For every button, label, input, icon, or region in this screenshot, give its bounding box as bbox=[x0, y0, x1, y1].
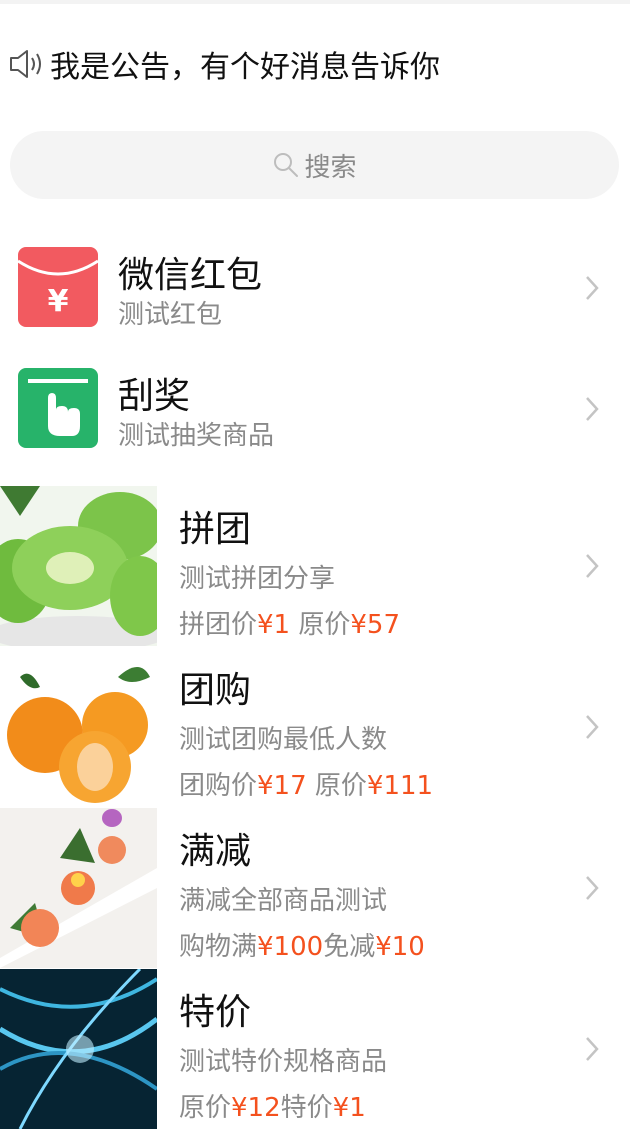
chevron-right-icon bbox=[586, 876, 599, 900]
list-item-scratch[interactable]: 刮奖 测试抽奖商品 bbox=[0, 347, 630, 467]
search-placeholder: 搜索 bbox=[304, 152, 357, 183]
chevron-right-icon bbox=[586, 554, 599, 578]
notice-bar[interactable]: 我是公告，有个好消息告诉你 bbox=[8, 44, 440, 85]
product-title: 团购 bbox=[179, 670, 252, 711]
search-icon bbox=[272, 150, 302, 180]
chevron-right-icon bbox=[586, 715, 599, 739]
chevron-right-icon bbox=[586, 397, 599, 421]
item-title: 微信红包 bbox=[118, 255, 263, 296]
speaker-icon bbox=[8, 44, 50, 84]
product-price: 团购价¥17 原价¥111 bbox=[179, 771, 434, 801]
product-subtitle: 满减全部商品测试 bbox=[179, 886, 388, 916]
tangerines-image bbox=[0, 647, 157, 807]
svg-text:¥: ¥ bbox=[48, 284, 69, 319]
product-title: 特价 bbox=[179, 992, 252, 1033]
salmon-rolls-image bbox=[0, 808, 157, 968]
product-price: 原价¥12特价¥1 bbox=[179, 1093, 366, 1123]
item-title: 刮奖 bbox=[118, 376, 191, 417]
scratch-card-icon bbox=[18, 368, 98, 448]
product-price: 购物满¥100免减¥10 bbox=[179, 932, 425, 962]
product-title: 拼团 bbox=[179, 509, 252, 550]
chevron-right-icon bbox=[586, 1037, 599, 1061]
product-title: 满减 bbox=[179, 831, 252, 872]
product-row-group-buy[interactable]: 拼团 测试拼团分享 拼团价¥1 原价¥57 bbox=[0, 486, 630, 646]
chevron-right-icon bbox=[586, 276, 599, 300]
notice-text: 我是公告，有个好消息告诉你 bbox=[50, 50, 440, 85]
search-bar[interactable]: 搜索 bbox=[10, 131, 619, 199]
product-subtitle: 测试拼团分享 bbox=[179, 564, 336, 594]
dna-helix-image bbox=[0, 969, 157, 1129]
kiwi-slices-image bbox=[0, 486, 157, 646]
product-row-team-purchase[interactable]: 团购 测试团购最低人数 团购价¥17 原价¥111 bbox=[0, 647, 630, 807]
product-row-full-reduction[interactable]: 满减 满减全部商品测试 购物满¥100免减¥10 bbox=[0, 808, 630, 968]
product-subtitle: 测试团购最低人数 bbox=[179, 725, 388, 755]
status-strip bbox=[0, 0, 630, 4]
red-envelope-icon: ¥ bbox=[17, 247, 99, 327]
item-subtitle: 测试红包 bbox=[118, 300, 223, 330]
product-row-special-price[interactable]: 特价 测试特价规格商品 原价¥12特价¥1 bbox=[0, 969, 630, 1129]
product-price: 拼团价¥1 原价¥57 bbox=[179, 610, 401, 640]
list-item-red-envelope[interactable]: ¥ 微信红包 测试红包 bbox=[0, 226, 630, 346]
item-subtitle: 测试抽奖商品 bbox=[118, 421, 275, 451]
product-subtitle: 测试特价规格商品 bbox=[179, 1047, 388, 1077]
